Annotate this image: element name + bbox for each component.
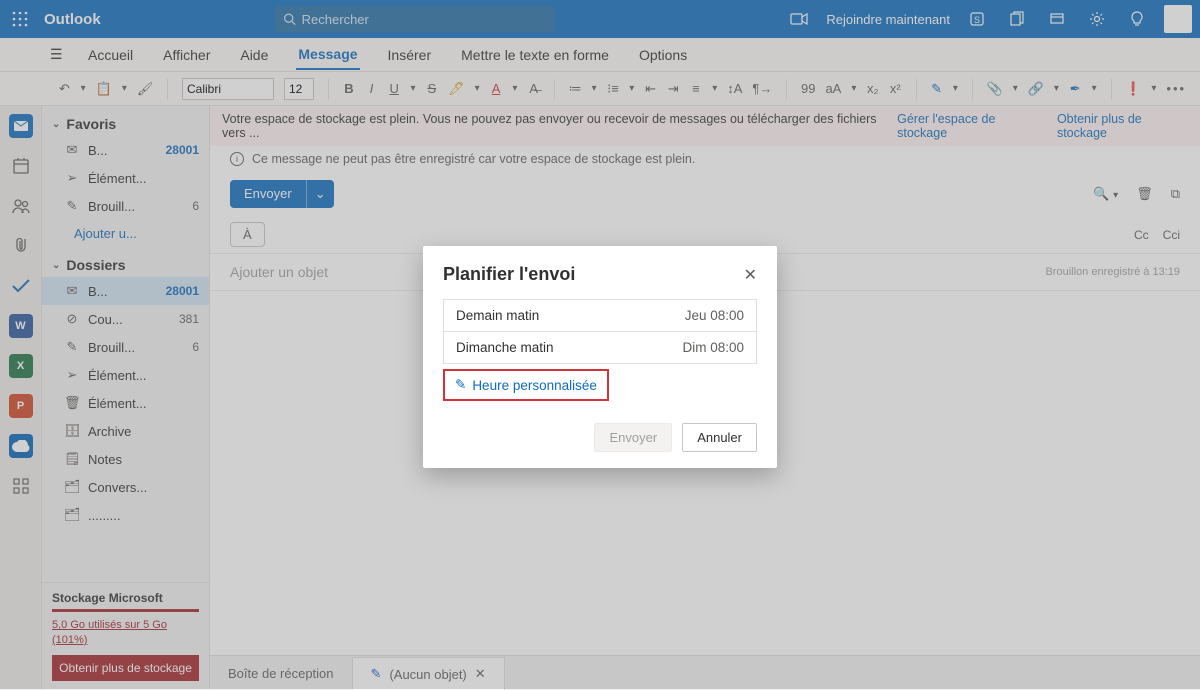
close-dialog-icon[interactable]: ✕ — [744, 265, 757, 285]
schedule-option-sunday[interactable]: Dimanche matinDim 08:00 — [443, 331, 757, 364]
dialog-send-button: Envoyer — [594, 423, 672, 452]
schedule-option-tomorrow[interactable]: Demain matinJeu 08:00 — [443, 299, 757, 332]
modal-overlay: Planifier l'envoi ✕ Demain matinJeu 08:0… — [0, 0, 1200, 689]
dialog-cancel-button[interactable]: Annuler — [682, 423, 757, 452]
custom-time-link[interactable]: ✎ Heure personnalisée — [443, 369, 609, 401]
schedule-send-dialog: Planifier l'envoi ✕ Demain matinJeu 08:0… — [423, 246, 777, 468]
pencil-icon: ✎ — [455, 377, 466, 393]
dialog-title: Planifier l'envoi — [443, 264, 575, 285]
